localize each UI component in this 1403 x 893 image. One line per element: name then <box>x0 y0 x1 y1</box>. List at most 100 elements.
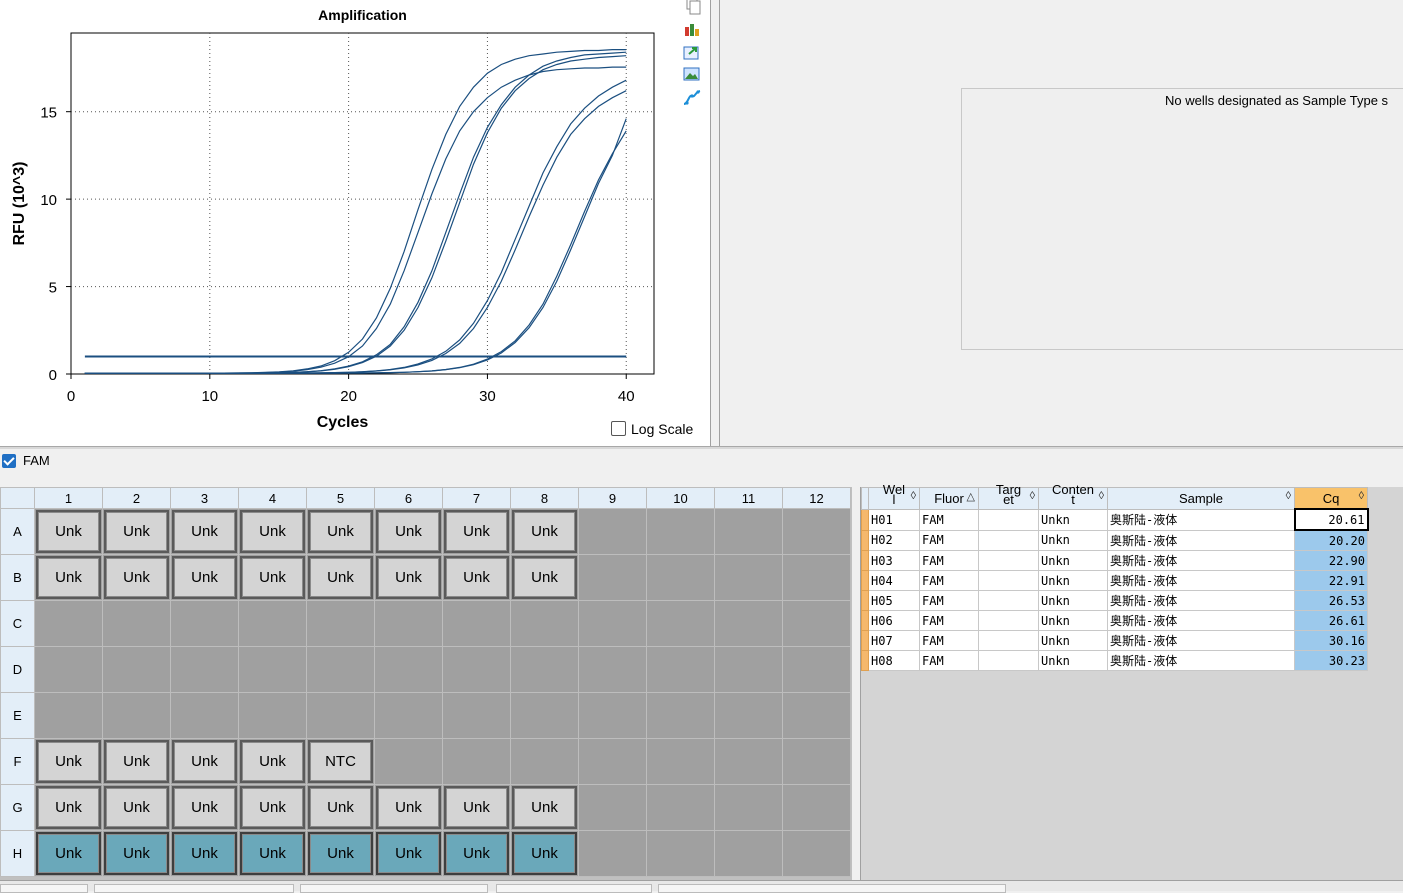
cell-fluor[interactable]: FAM <box>919 550 979 571</box>
plate-well[interactable]: Unk <box>102 830 171 877</box>
plate-well[interactable] <box>714 830 783 877</box>
row-selector[interactable] <box>861 570 869 591</box>
log-scale-toggle[interactable]: Log Scale <box>611 420 693 438</box>
plate-row-header[interactable]: C <box>0 600 35 647</box>
plate-well[interactable] <box>510 600 579 647</box>
plate-well[interactable]: Unk <box>170 830 239 877</box>
plate-well[interactable] <box>646 830 715 877</box>
plate-well[interactable] <box>442 738 511 785</box>
plate-well[interactable] <box>170 646 239 693</box>
plate-well[interactable] <box>714 738 783 785</box>
plate-well[interactable] <box>714 554 783 601</box>
cell-target[interactable] <box>978 529 1039 551</box>
row-selector[interactable] <box>861 529 869 551</box>
plate-well[interactable] <box>34 646 103 693</box>
cell-target[interactable] <box>978 650 1039 671</box>
table-row[interactable]: H07 FAM Unkn 奥斯陆-液体 30.16 <box>861 630 1368 651</box>
plate-row-header[interactable]: H <box>0 830 35 877</box>
plate-well[interactable]: NTC <box>306 738 375 785</box>
plate-well[interactable]: Unk <box>34 784 103 831</box>
plate-well[interactable] <box>578 646 647 693</box>
cell-well[interactable]: H04 <box>868 570 920 591</box>
cell-target[interactable] <box>978 508 1039 531</box>
table-row[interactable]: H05 FAM Unkn 奥斯陆-液体 26.53 <box>861 590 1368 611</box>
cell-cq[interactable]: 30.16 <box>1294 630 1368 651</box>
cell-well[interactable]: H03 <box>868 550 920 571</box>
plate-well[interactable]: Unk <box>306 508 375 555</box>
plate-row-header[interactable]: F <box>0 738 35 785</box>
plate-well[interactable] <box>374 738 443 785</box>
plate-well[interactable] <box>170 692 239 739</box>
plate-column-header[interactable]: 8 <box>510 487 579 509</box>
plate-well[interactable]: Unk <box>34 830 103 877</box>
row-selector[interactable] <box>861 630 869 651</box>
bottom-tab[interactable] <box>658 884 1006 893</box>
cell-cq[interactable]: 22.90 <box>1294 550 1368 571</box>
plate-well[interactable] <box>714 692 783 739</box>
plate-well[interactable]: Unk <box>374 830 443 877</box>
cell-sample[interactable]: 奥斯陆-液体 <box>1107 590 1295 611</box>
plate-well[interactable] <box>646 508 715 555</box>
plate-column-header[interactable]: 12 <box>782 487 851 509</box>
plate-well[interactable] <box>442 692 511 739</box>
plate-well[interactable] <box>646 784 715 831</box>
plate-well[interactable] <box>782 508 851 555</box>
plate-well[interactable]: Unk <box>34 738 103 785</box>
plate-column-header[interactable]: 9 <box>578 487 647 509</box>
bottom-tab[interactable] <box>0 884 88 893</box>
cell-content[interactable]: Unkn <box>1038 570 1108 591</box>
table-row[interactable]: H04 FAM Unkn 奥斯陆-液体 22.91 <box>861 570 1368 591</box>
column-header-content[interactable]: Conten t ◊ <box>1038 485 1108 510</box>
plate-row-header[interactable]: G <box>0 784 35 831</box>
plate-well[interactable]: Unk <box>510 554 579 601</box>
cell-content[interactable]: Unkn <box>1038 610 1108 631</box>
cell-content[interactable]: Unkn <box>1038 529 1108 551</box>
plate-column-header[interactable]: 11 <box>714 487 783 509</box>
column-header-fluor[interactable]: Fluor △ <box>919 487 979 510</box>
sort-icon[interactable]: ◊ <box>1359 490 1364 502</box>
plate-column-header[interactable]: 2 <box>102 487 171 509</box>
chart-settings-icon[interactable] <box>683 21 701 37</box>
plate-well[interactable] <box>34 692 103 739</box>
cell-well[interactable]: H06 <box>868 610 920 631</box>
plate-well[interactable] <box>714 646 783 693</box>
table-row[interactable]: H01 FAM Unkn 奥斯陆-液体 20.61 <box>861 508 1369 531</box>
plate-well[interactable]: Unk <box>306 830 375 877</box>
plate-well[interactable] <box>714 508 783 555</box>
plate-well[interactable]: Unk <box>170 738 239 785</box>
cell-target[interactable] <box>978 550 1039 571</box>
plate-well[interactable] <box>374 646 443 693</box>
plate-well[interactable]: Unk <box>306 784 375 831</box>
sort-icon[interactable]: ◊ <box>1030 490 1035 502</box>
plate-well[interactable]: Unk <box>442 508 511 555</box>
bottom-tab[interactable] <box>94 884 294 893</box>
plate-well[interactable] <box>782 600 851 647</box>
cell-target[interactable] <box>978 590 1039 611</box>
cell-content[interactable]: Unkn <box>1038 590 1108 611</box>
cell-sample[interactable]: 奥斯陆-液体 <box>1107 529 1295 551</box>
plate-well[interactable] <box>782 738 851 785</box>
plate-well[interactable] <box>442 600 511 647</box>
row-selector[interactable] <box>861 508 869 531</box>
plate-well[interactable] <box>510 692 579 739</box>
sort-icon[interactable]: △ <box>967 490 975 503</box>
plate-well[interactable] <box>170 600 239 647</box>
plate-well[interactable]: Unk <box>510 784 579 831</box>
plate-well[interactable]: Unk <box>374 784 443 831</box>
plate-column-header[interactable]: 6 <box>374 487 443 509</box>
plate-well[interactable] <box>102 646 171 693</box>
plate-well[interactable]: Unk <box>306 554 375 601</box>
copy-icon[interactable] <box>683 0 701 16</box>
cell-cq[interactable]: 30.23 <box>1294 650 1368 671</box>
plate-well[interactable]: Unk <box>238 738 307 785</box>
cell-cq[interactable]: 26.53 <box>1294 590 1368 611</box>
cell-target[interactable] <box>978 610 1039 631</box>
column-header-well[interactable]: Wel l ◊ <box>868 485 920 510</box>
cell-fluor[interactable]: FAM <box>919 508 979 531</box>
sort-icon[interactable]: ◊ <box>1099 490 1104 502</box>
plate-well[interactable] <box>646 600 715 647</box>
table-row[interactable]: H06 FAM Unkn 奥斯陆-液体 26.61 <box>861 610 1368 631</box>
plate-well[interactable] <box>782 554 851 601</box>
cell-sample[interactable]: 奥斯陆-液体 <box>1107 610 1295 631</box>
cell-content[interactable]: Unkn <box>1038 630 1108 651</box>
